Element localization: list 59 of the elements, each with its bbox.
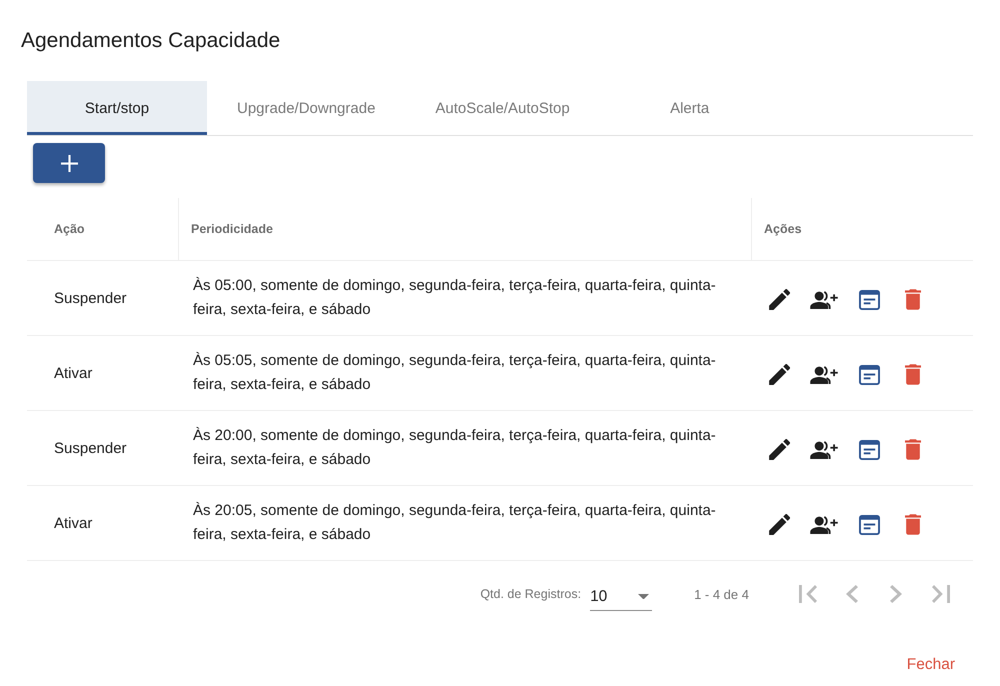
dialog-title: Agendamentos Capacidade xyxy=(21,28,280,54)
trash-icon xyxy=(905,439,921,460)
schedule-description: Às 20:05, somente de domingo, segunda-feira, terça-feira, quarta-feira, quinta-feira, sexta-feira, e sábado xyxy=(193,501,717,545)
plus-icon xyxy=(60,154,78,172)
delete-button[interactable] xyxy=(905,364,921,385)
trash-icon xyxy=(905,364,921,385)
edit-button[interactable] xyxy=(769,514,790,535)
column-header: Ação xyxy=(27,198,179,260)
tab[interactable]: Upgrade/Downgrade xyxy=(207,81,406,135)
page-range: 1 - 4 de 4 xyxy=(694,586,749,602)
details-button[interactable] xyxy=(859,440,880,460)
tab[interactable]: Start/stop xyxy=(27,81,207,135)
window-icon xyxy=(859,364,880,384)
page-size-label: Qtd. de Registros: xyxy=(480,587,582,601)
person-plus-icon xyxy=(810,366,838,384)
last-page-icon xyxy=(932,585,950,603)
action-name: Suspender xyxy=(54,440,127,456)
edit-button[interactable] xyxy=(769,289,790,310)
details-button[interactable] xyxy=(859,514,880,534)
chevron-left-icon xyxy=(846,585,858,603)
first-page-icon xyxy=(799,585,817,603)
delete-button[interactable] xyxy=(905,289,921,310)
schedule-description: Às 20:00, somente de domingo, segunda-feira, terça-feira, quarta-feira, quinta-feira, sexta-feira, e sábado xyxy=(193,426,717,470)
pencil-icon xyxy=(769,439,790,460)
pencil-icon xyxy=(769,289,790,310)
details-button[interactable] xyxy=(859,364,880,384)
person-plus-icon xyxy=(810,290,838,308)
tab[interactable]: AutoScale/AutoStop xyxy=(405,81,600,135)
person-plus-icon xyxy=(810,516,838,534)
page-size-select[interactable]: 10 xyxy=(590,583,652,611)
column-header: Periodicidade xyxy=(179,198,752,260)
action-name: Ativar xyxy=(54,364,92,382)
action-name: Ativar xyxy=(54,514,92,532)
edit-button[interactable] xyxy=(769,364,790,385)
action-name: Suspender xyxy=(54,290,127,306)
window-icon xyxy=(859,514,880,534)
trash-icon xyxy=(905,289,921,310)
details-button[interactable] xyxy=(859,290,880,310)
add-button[interactable] xyxy=(33,143,105,183)
delete-button[interactable] xyxy=(905,439,921,460)
pencil-icon xyxy=(769,514,790,535)
close-button[interactable]: Fechar xyxy=(906,656,955,674)
add-user-button[interactable] xyxy=(810,440,838,458)
tab[interactable]: Alerta xyxy=(600,81,780,135)
add-user-button[interactable] xyxy=(810,290,838,308)
window-icon xyxy=(859,440,880,460)
person-plus-icon xyxy=(810,440,838,458)
caret-icon xyxy=(638,594,650,600)
column-header: Ações xyxy=(763,221,803,238)
chevron-right-icon xyxy=(890,585,902,603)
pencil-icon xyxy=(769,364,790,385)
add-user-button[interactable] xyxy=(810,516,838,534)
delete-button[interactable] xyxy=(905,514,921,535)
schedule-description: Às 05:05, somente de domingo, segunda-feira, terça-feira, quarta-feira, quinta-feira, sexta-feira, e sábado xyxy=(193,351,717,395)
add-user-button[interactable] xyxy=(810,366,838,384)
window-icon xyxy=(859,290,880,310)
trash-icon xyxy=(905,514,921,535)
edit-button[interactable] xyxy=(769,439,790,460)
schedule-description: Às 05:00, somente de domingo, segunda-feira, terça-feira, quarta-feira, quinta-feira, sexta-feira, e sábado xyxy=(193,276,717,320)
